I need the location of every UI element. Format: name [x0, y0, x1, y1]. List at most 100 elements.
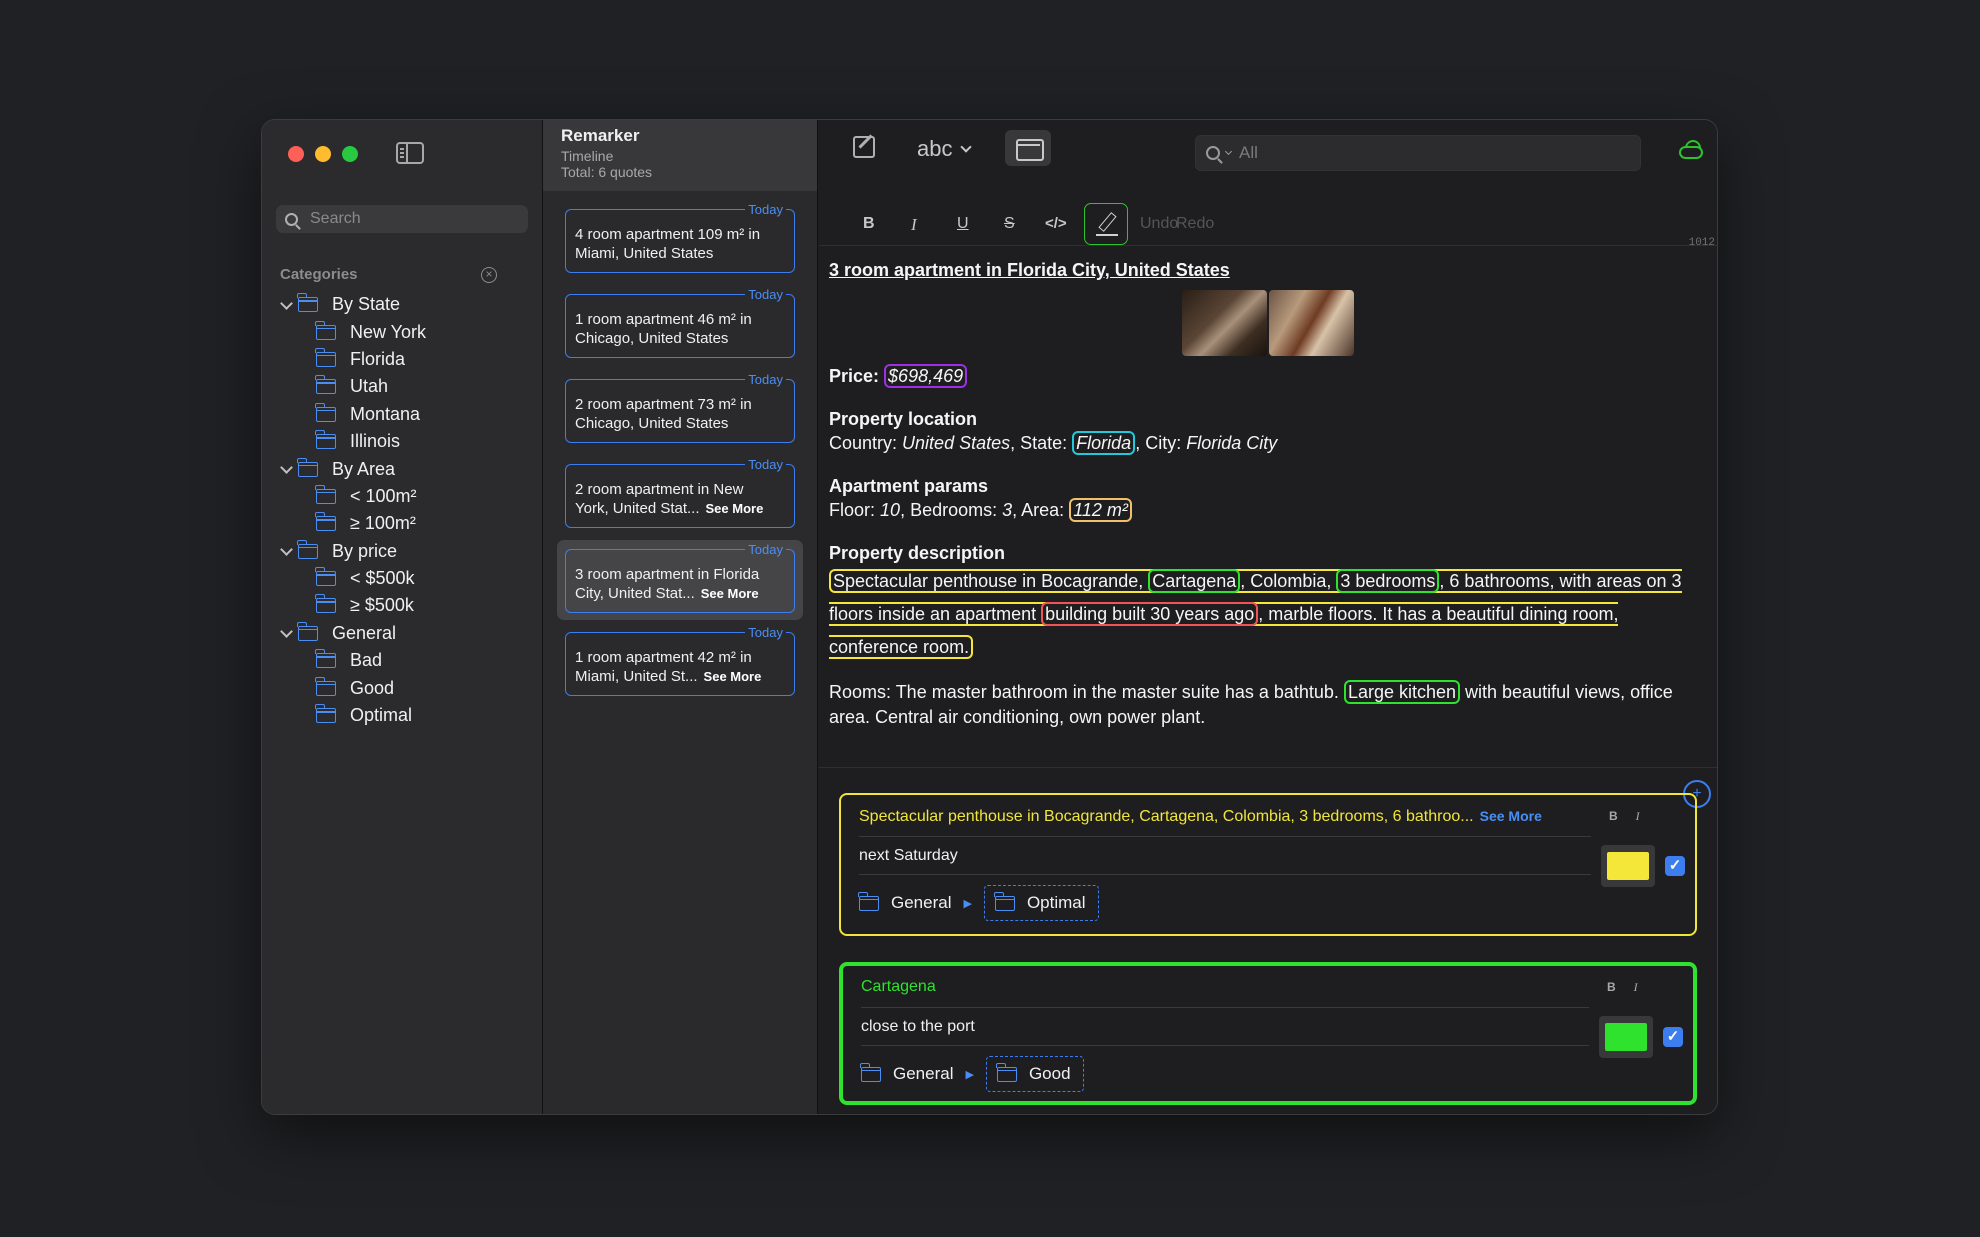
note-checkbox[interactable]: ✓ — [1663, 1027, 1683, 1047]
note-italic-button[interactable]: I — [1636, 809, 1640, 823]
card-line: 1 room apartment 42 m² in — [575, 649, 752, 666]
timeline-card[interactable]: Today 4 room apartment 109 m² in Miami, Un… — [565, 200, 795, 273]
location-heading: Property location — [829, 409, 978, 429]
category-item[interactable]: New York — [262, 318, 542, 345]
close-window-button[interactable] — [288, 146, 304, 162]
code-button[interactable]: </> — [1045, 215, 1067, 232]
search-scope-chevron-icon[interactable] — [1224, 147, 1233, 156]
note-card[interactable]: Cartagena close to the port General ▶ Good B I… — [839, 962, 1697, 1105]
note-controls: B I ✓ — [1599, 966, 1683, 1101]
note-checkbox[interactable]: ✓ — [1665, 856, 1685, 876]
see-more-link[interactable]: See More — [1480, 808, 1542, 824]
global-search-input[interactable] — [1239, 143, 1460, 163]
timeline-list: Today 4 room apartment 109 m² in Miami, Un… — [543, 191, 817, 696]
category-item[interactable]: Utah — [262, 373, 542, 400]
see-more-link[interactable]: See More — [706, 501, 764, 516]
category-item[interactable]: < $500k — [262, 565, 542, 592]
chevron-down-icon[interactable] — [280, 462, 294, 476]
note-bold-button[interactable]: B — [1607, 980, 1616, 994]
category-group[interactable]: By State — [262, 291, 542, 318]
see-more-link[interactable]: See More — [704, 669, 762, 684]
highlight-price[interactable]: $698,469 — [884, 364, 968, 388]
highlight-description[interactable]: Spectacular penthouse in Bocagrande, Car… — [829, 569, 1682, 659]
category-item[interactable]: Illinois — [262, 428, 542, 455]
timeline-card[interactable]: Today 2 room apartment in New York, United… — [565, 455, 795, 528]
sidebar-search[interactable] — [276, 205, 528, 233]
category-label: General — [332, 622, 397, 643]
redo-button[interactable]: Redo — [1176, 215, 1214, 233]
undo-button[interactable]: Undo — [1140, 215, 1178, 233]
category-item[interactable]: < 100m² — [262, 483, 542, 510]
card-line: Chicago, United States — [575, 330, 729, 347]
highlight-kitchen[interactable]: Large kitchen — [1343, 680, 1461, 704]
minimize-window-button[interactable] — [315, 146, 331, 162]
apartment-photo[interactable] — [1269, 290, 1354, 356]
note-comment[interactable]: close to the port — [861, 1008, 1589, 1046]
underline-button[interactable]: U — [957, 215, 969, 233]
path-parent[interactable]: General — [891, 893, 951, 913]
timeline-card[interactable]: Today 1 room apartment 42 m² in Miami, Uni… — [565, 623, 795, 696]
bold-button[interactable]: B — [863, 215, 875, 233]
see-more-link[interactable]: See More — [701, 586, 759, 601]
note-italic-button[interactable]: I — [1634, 980, 1638, 994]
highlight-bedrooms[interactable]: 3 bedrooms — [1336, 569, 1440, 593]
category-item[interactable]: Montana — [262, 401, 542, 428]
highlight-building-age[interactable]: building built 30 years ago — [1041, 602, 1259, 626]
character-count: 1012 — [1688, 237, 1715, 249]
folder-icon — [297, 539, 318, 559]
color-well[interactable] — [1601, 845, 1655, 887]
category-label: Florida — [350, 348, 406, 369]
floor-label: Floor: — [829, 500, 876, 520]
category-item[interactable]: Florida — [262, 346, 542, 373]
cloud-sync-icon[interactable] — [1679, 146, 1703, 159]
path-child-chip[interactable]: Optimal — [983, 885, 1099, 921]
categories-header: Categories — [280, 266, 358, 283]
zoom-window-button[interactable] — [342, 146, 358, 162]
path-child-chip[interactable]: Good — [985, 1056, 1084, 1092]
city-value: Florida City — [1186, 433, 1278, 453]
highlight-state[interactable]: Florida — [1072, 431, 1136, 455]
category-group[interactable]: General — [262, 620, 542, 647]
category-item[interactable]: ≥ 100m² — [262, 510, 542, 537]
note-quote-text: Spectacular penthouse in Bocagrande, Car… — [859, 808, 1474, 825]
sidebar-toggle-icon[interactable] — [396, 142, 424, 164]
note-bold-button[interactable]: B — [1609, 809, 1618, 823]
card-line: 2 room apartment in New — [575, 481, 744, 498]
apartment-photo[interactable] — [1182, 290, 1267, 356]
text-style-dropdown[interactable]: abc — [917, 136, 973, 162]
category-item[interactable]: Good — [262, 674, 542, 701]
category-label: Optimal — [350, 705, 413, 726]
path-parent[interactable]: General — [893, 1064, 953, 1084]
category-item[interactable]: Bad — [262, 647, 542, 674]
global-search[interactable] — [1195, 135, 1641, 171]
category-group[interactable]: By Area — [262, 455, 542, 482]
category-item[interactable]: Optimal — [262, 702, 542, 729]
highlight-cartagena[interactable]: Cartagena — [1148, 569, 1241, 593]
strikethrough-button[interactable]: S — [1004, 215, 1015, 233]
chevron-down-icon[interactable] — [280, 298, 294, 312]
note-card[interactable]: Spectacular penthouse in Bocagrande, Car… — [839, 793, 1697, 936]
category-item[interactable]: ≥ $500k — [262, 592, 542, 619]
category-group[interactable]: By price — [262, 538, 542, 565]
color-well[interactable] — [1599, 1016, 1653, 1058]
italic-button[interactable]: I — [911, 215, 917, 235]
timeline-card[interactable]: Today 1 room apartment 46 m² in Chicago, U… — [565, 285, 795, 358]
sidebar-search-input[interactable] — [310, 210, 510, 228]
folder-icon — [315, 512, 336, 532]
chevron-down-icon[interactable] — [280, 626, 294, 640]
highlight-pen-icon[interactable] — [1084, 203, 1128, 245]
clear-categories-icon[interactable]: × — [481, 267, 497, 283]
layout-toggle-button[interactable] — [1005, 130, 1051, 166]
category-label: By price — [332, 540, 398, 561]
folder-icon — [297, 293, 318, 313]
chevron-down-icon[interactable] — [280, 544, 294, 558]
card-date: Today — [745, 540, 786, 559]
compose-icon[interactable] — [853, 136, 875, 158]
path-child: Good — [1028, 1064, 1071, 1083]
document-body[interactable]: 3 room apartment in Florida City, United… — [819, 246, 1717, 730]
note-comment[interactable]: next Saturday — [859, 837, 1591, 875]
quote-total: Total: 6 quotes — [561, 164, 653, 180]
timeline-card[interactable]: Today 3 room apartment in Florida City, Un… — [565, 540, 795, 613]
highlight-area[interactable]: 112 m² — [1069, 498, 1132, 522]
timeline-card[interactable]: Today 2 room apartment 73 m² in Chicago, U… — [565, 370, 795, 443]
